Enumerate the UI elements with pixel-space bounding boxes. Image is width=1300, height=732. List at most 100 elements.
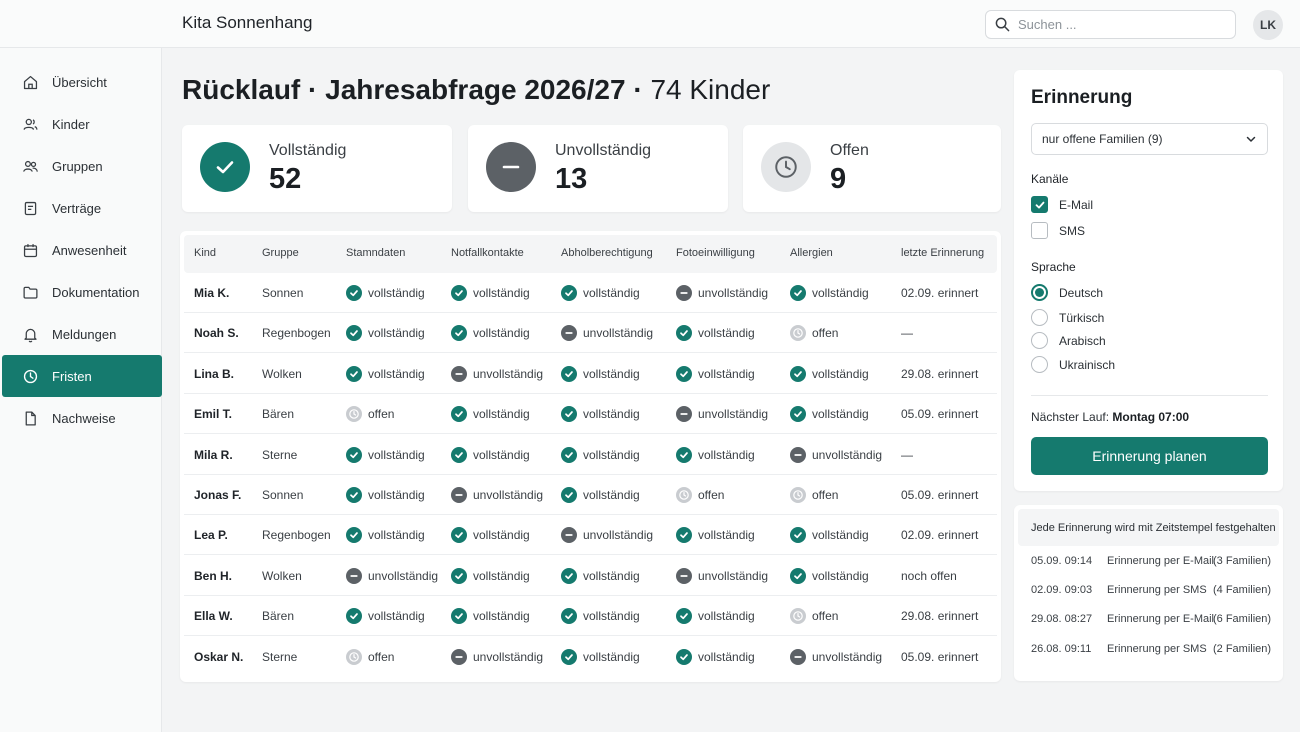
stat-value: 9 <box>830 163 847 195</box>
check-icon <box>790 406 806 423</box>
users-icon <box>23 118 38 130</box>
language-radio-arabisch[interactable] <box>1031 332 1048 349</box>
column-header[interactable]: Kind <box>194 247 216 259</box>
child-name[interactable]: Mia K. <box>194 273 229 313</box>
sidebar-item-dokumentation[interactable]: Dokumentation <box>2 271 162 313</box>
sidebar-item-kinder[interactable]: Kinder <box>2 103 162 145</box>
status-text: vollständig <box>698 609 755 624</box>
table-row[interactable]: Lea P. Regenbogen vollständig vollständig un… <box>184 515 997 556</box>
check-icon <box>561 608 577 625</box>
sidebar-item-vertraege[interactable]: Verträge <box>2 187 162 229</box>
column-header[interactable]: Notfallkontakte <box>451 247 524 259</box>
clock-icon <box>790 325 806 342</box>
status-text: vollständig <box>583 488 640 502</box>
app-title: Kita Sonnenhang <box>182 13 313 32</box>
channel-sms-option[interactable]: SMS <box>1031 222 1085 239</box>
group-name: Sterne <box>262 447 298 462</box>
table-row[interactable]: Ella W. Bären vollständig vollständig vollst… <box>184 596 997 637</box>
table-row[interactable]: Mia K. Sonnen vollständig vollständig vollst… <box>184 273 997 313</box>
child-name[interactable]: Noah S. <box>194 313 239 353</box>
status-cell: vollständig <box>561 435 640 475</box>
status-cell: vollständig <box>561 394 640 434</box>
table-row[interactable]: Lina B. Wolken vollständig unvollständig vol… <box>184 354 997 394</box>
check-icon <box>451 285 467 301</box>
status-text: vollständig <box>698 649 755 664</box>
column-header[interactable]: Fotoeinwilligung <box>676 247 755 259</box>
child-name[interactable]: Ben H. <box>194 556 232 596</box>
language-radio-deutsch[interactable] <box>1031 284 1048 301</box>
clock-icon <box>346 406 362 423</box>
check-icon <box>561 285 577 301</box>
next-run-label: Nächster Lauf: <box>1031 410 1110 424</box>
sidebar-item-meldungen[interactable]: Meldungen <box>2 313 162 355</box>
child-name[interactable]: Ella W. <box>194 596 233 636</box>
table-row[interactable]: Emil T. Bären offen vollständig vollständig u… <box>184 394 997 435</box>
minus-icon <box>561 325 577 342</box>
status-cell: vollständig <box>676 313 755 353</box>
channel-email-option[interactable]: E-Mail <box>1031 196 1093 213</box>
table-row[interactable]: Mila R. Sterne vollständig vollständig volls… <box>184 435 997 475</box>
language-option-tuerkisch[interactable]: Türkisch <box>1031 309 1104 326</box>
check-icon <box>346 608 362 625</box>
sidebar-item-nachweise[interactable]: Nachweise <box>2 397 162 439</box>
table-header: Kind Gruppe Stamndaten Notfallkontakte Abhol… <box>184 235 997 273</box>
clock-icon <box>761 142 811 192</box>
sidebar-item-uebersicht[interactable]: Übersicht <box>2 61 162 103</box>
language-label-arabisch: Arabisch <box>1059 333 1106 348</box>
status-cell: vollständig <box>790 515 869 555</box>
sidebar-item-label: Meldungen <box>52 326 117 342</box>
language-option-deutsch[interactable]: Deutsch <box>1031 284 1103 301</box>
sidebar-item-gruppen[interactable]: Gruppen <box>2 145 162 187</box>
status-cell: vollständig <box>451 515 530 555</box>
child-name[interactable]: Jonas F. <box>194 475 241 515</box>
status-cell: unvollständig <box>451 475 543 515</box>
table-row[interactable]: Oskar N. Sterne offen unvollständig vollstän… <box>184 637 997 677</box>
target-select[interactable]: nur offene Familien (9) <box>1031 123 1268 155</box>
status-text: unvollständig <box>698 407 769 422</box>
status-cell: offen <box>346 394 394 434</box>
status-cell: offen <box>790 313 838 353</box>
language-radio-ukrainisch[interactable] <box>1031 356 1048 373</box>
search-box[interactable] <box>985 10 1236 39</box>
sidebar-item-fristen[interactable]: Fristen <box>2 355 162 397</box>
language-option-arabisch[interactable]: Arabisch <box>1031 332 1106 349</box>
column-header[interactable]: Stamndaten <box>346 247 405 259</box>
table-row[interactable]: Jonas F. Sonnen vollständig unvollständig vo… <box>184 475 997 515</box>
child-name[interactable]: Oskar N. <box>194 637 243 677</box>
status-text: vollständig <box>583 649 640 664</box>
status-cell: vollständig <box>451 556 530 596</box>
channel-email-checkbox[interactable] <box>1031 196 1048 213</box>
status-cell: vollständig <box>676 354 755 394</box>
column-header[interactable]: Allergien <box>790 247 833 259</box>
minus-icon <box>676 567 692 584</box>
bell-icon <box>24 328 37 342</box>
log-entry-time: 05.09. 09:14 <box>1031 555 1093 567</box>
search-input[interactable] <box>1018 17 1218 32</box>
avatar[interactable]: LK <box>1253 10 1283 40</box>
group-name: Sterne <box>262 649 298 664</box>
column-header[interactable]: letzte Erinnerung <box>901 247 984 259</box>
status-text: vollständig <box>368 528 425 543</box>
child-name[interactable]: Lina B. <box>194 354 234 394</box>
check-icon <box>676 365 692 382</box>
status-text: offen <box>698 488 725 502</box>
column-header[interactable]: Gruppe <box>262 247 299 259</box>
sidebar-item-anwesenheit[interactable]: Anwesenheit <box>2 229 162 271</box>
table-row[interactable]: Ben H. Wolken unvollständig vollständig voll… <box>184 556 997 596</box>
check-icon <box>561 648 577 665</box>
column-header[interactable]: Abholberechtigung <box>561 247 653 259</box>
target-select-value: nur offene Familien (9) <box>1042 132 1163 146</box>
status-text: vollständig <box>473 447 530 462</box>
table-row[interactable]: Noah S. Regenbogen vollständig vollständig u… <box>184 313 997 354</box>
check-icon <box>346 365 362 382</box>
log-entry-time: 26.08. 09:11 <box>1031 643 1092 655</box>
channel-email-label: E-Mail <box>1059 197 1094 212</box>
child-name[interactable]: Lea P. <box>194 515 228 555</box>
plan-reminder-button[interactable]: Erinnerung planen <box>1031 437 1268 475</box>
child-name[interactable]: Emil T. <box>194 394 232 434</box>
language-radio-tuerkisch[interactable] <box>1031 309 1048 326</box>
status-text: vollständig <box>473 326 530 341</box>
language-option-ukrainisch[interactable]: Ukrainisch <box>1031 356 1115 373</box>
channel-sms-checkbox[interactable] <box>1031 222 1048 239</box>
child-name[interactable]: Mila R. <box>194 435 233 475</box>
